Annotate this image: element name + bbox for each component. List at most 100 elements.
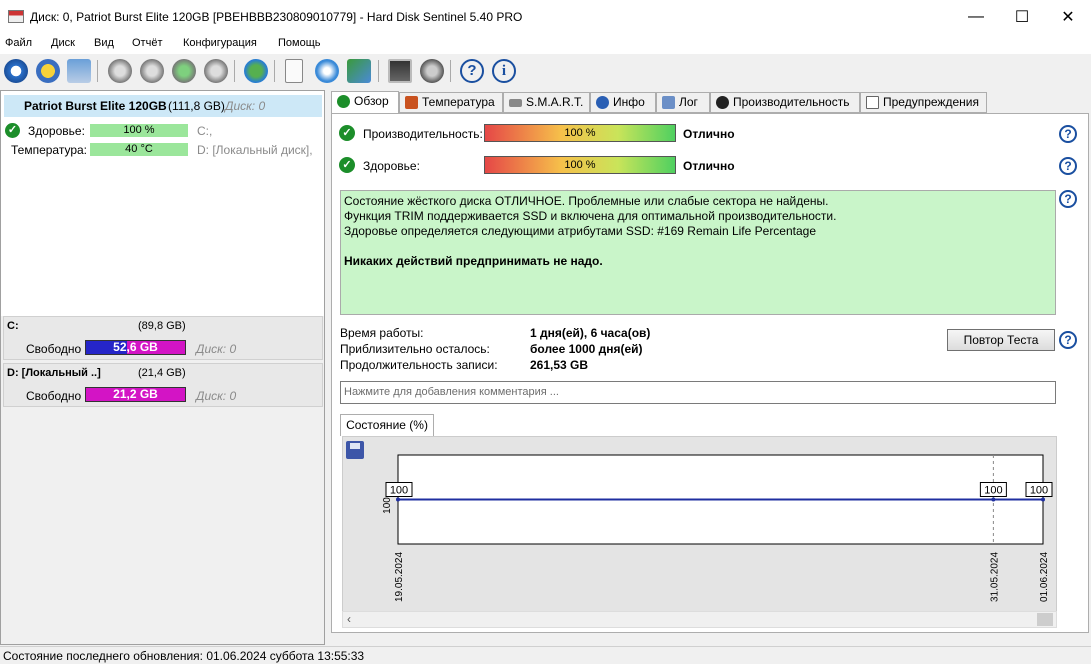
written-value: 261,53 GB [530,358,589,372]
temperature-label: Температура: [11,143,88,157]
status-line: Функция TRIM поддерживается SSD и включе… [344,209,837,223]
data-label: 100 [390,485,408,497]
health-chart-panel: 100 19.05.2024 100 31.05.2024 100 01.06.2024 1… [342,436,1057,616]
disk-name: Patriot Burst Elite 120GB [24,99,167,113]
health-rating: Отлично [683,159,735,173]
volume-size: (21,4 GB) [138,367,186,379]
monitor-icon[interactable] [388,59,412,83]
comment-input[interactable]: Нажмите для добавления комментария ... [340,381,1056,404]
overview-panel: ✓ Производительность: 100 % Отлично ? ✓ … [331,113,1089,633]
help-icon[interactable]: ? [1059,331,1077,349]
volume-free-bar: 52,6 GB [85,340,186,355]
health-bar: 100 % [484,156,676,174]
help-icon[interactable]: ? [1059,157,1077,175]
disk-number: Диск: 0 [225,99,266,113]
disk-1-icon[interactable] [108,59,132,83]
tab-info[interactable]: Инфо [590,92,656,113]
page-icon [866,96,879,109]
y-tick-label: 100 [382,497,393,514]
status-recommendation: Никаких действий предпринимать не надо. [344,254,603,268]
volume-name: D: [Локальный ..] [7,367,101,379]
menu-disk[interactable]: Диск [51,37,75,49]
disk-item[interactable]: Patriot Burst Elite 120GB (111,8 GB) Дис… [4,95,322,117]
performance-label: Производительность: [363,127,483,141]
volume-free-bar: 21,2 GB [85,387,186,402]
tab-performance[interactable]: Производительность [710,92,860,113]
x-tick-label: 19.05.2024 [394,552,405,602]
data-point [396,497,400,502]
horizontal-scrollbar[interactable]: ‹ [342,611,1057,628]
toolbar: ? i [0,54,1091,88]
refresh-icon[interactable] [4,59,28,83]
menu-bar: Файл Диск Вид Отчёт Конфигурация Помощь [0,34,1091,54]
health-chart: 100 19.05.2024 100 31.05.2024 100 01.06.2024 1… [382,454,1053,602]
volume-item-d[interactable]: D: [Локальный ..] (21,4 GB) Свободно 21,… [3,363,323,407]
written-label: Продолжительность записи: [340,358,498,372]
network-icon[interactable] [347,59,371,83]
scroll-left-icon[interactable]: ‹ [347,612,351,626]
disk-size: (111,8 GB) [168,99,225,113]
close-button[interactable]: ✕ [1045,0,1091,34]
sync-icon[interactable] [315,59,339,83]
speaker-icon[interactable] [420,59,444,83]
retest-button[interactable]: Повтор Теста [947,329,1055,351]
volume-disk: Диск: 0 [196,342,237,356]
performance-check-icon: ✓ [339,125,355,141]
document-icon[interactable] [285,59,303,83]
tab-overview[interactable]: Обзор [331,91,399,114]
remaining-label: Приблизительно осталось: [340,342,490,356]
app-icon [8,10,24,23]
status-description: Состояние жёсткого диска ОТЛИЧНОЕ. Пробл… [340,190,1056,315]
gauge-icon [716,96,729,109]
disk-4-icon[interactable] [204,59,228,83]
status-bar: Состояние последнего обновления: 01.06.2… [0,646,1091,664]
volume-size: (89,8 GB) [138,320,186,332]
warning-icon[interactable] [36,59,60,83]
performance-bar: 100 % [484,124,676,142]
menu-configuration[interactable]: Конфигурация [183,37,257,49]
info-icon[interactable]: i [492,59,516,83]
health-volume: C:, [197,124,213,138]
free-label: Свободно [26,342,82,356]
help-icon[interactable]: ? [460,59,484,83]
health-check-icon: ✓ [5,123,20,138]
data-point [991,497,996,502]
menu-report[interactable]: Отчёт [132,37,162,49]
tab-log[interactable]: Лог [656,92,710,113]
data-point [1041,497,1045,502]
maximize-button[interactable]: ☐ [999,0,1045,34]
temperature-bar: 40 °C [90,143,188,156]
globe-icon[interactable] [244,59,268,83]
volume-disk: Диск: 0 [196,389,237,403]
data-label: 100 [1030,485,1048,497]
uptime-label: Время работы: [340,326,424,340]
remaining-value: более 1000 дня(ей) [530,342,643,356]
title-bar: Диск: 0, Patriot Burst Elite 120GB [PBEH… [0,0,1091,34]
minimize-button[interactable]: — [953,0,999,34]
disk-3-icon[interactable] [172,59,196,83]
log-icon [662,96,675,109]
data-label: 100 [984,485,1002,497]
scroll-thumb[interactable] [1037,613,1053,626]
disk-icon[interactable] [67,59,91,83]
tab-health-history[interactable]: Состояние (%) [340,414,434,436]
volume-free-value: 21,2 GB [113,387,158,401]
x-tick-label: 01.06.2024 [1039,552,1050,602]
menu-help[interactable]: Помощь [278,37,321,49]
help-icon[interactable]: ? [1059,190,1077,208]
tab-smart[interactable]: S.M.A.R.T. [503,92,590,113]
disk-2-icon[interactable] [140,59,164,83]
volume-name: C: [7,320,19,332]
free-label: Свободно [26,389,82,403]
tab-warnings[interactable]: Предупреждения [860,92,987,113]
health-label: Здоровье: [363,159,420,173]
menu-file[interactable]: Файл [5,37,32,49]
help-icon[interactable]: ? [1059,125,1077,143]
menu-view[interactable]: Вид [94,37,114,49]
tab-temperature[interactable]: Температура [399,92,503,113]
thermometer-icon [405,96,418,109]
volume-item-c[interactable]: C: (89,8 GB) Свободно 52,6 GB Диск: 0 [3,316,323,360]
volume-free-value: 52,6 GB [113,340,158,354]
volume-list: C: (89,8 GB) Свободно 52,6 GB Диск: 0 D:… [1,316,324,644]
check-icon [337,95,350,108]
